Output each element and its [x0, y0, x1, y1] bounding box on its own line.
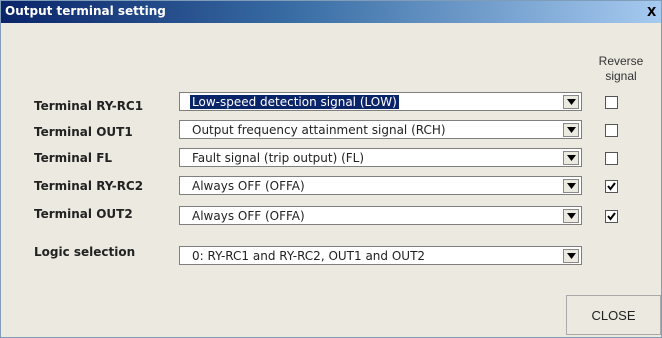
terminal-ry-rc2-reverse-checkbox[interactable] [605, 180, 618, 193]
checkmark-icon [607, 182, 616, 191]
chevron-down-icon[interactable] [563, 209, 579, 223]
terminal-ry-rc2-select[interactable]: Always OFF (OFFA) [179, 176, 582, 195]
terminal-out2-value: Always OFF (OFFA) [192, 209, 305, 223]
terminal-out2-label: Terminal OUT2 [34, 207, 133, 221]
logic-selection-label: Logic selection [34, 245, 136, 259]
terminal-out1-value: Output frequency attainment signal (RCH) [192, 123, 446, 137]
chevron-down-icon[interactable] [563, 249, 579, 263]
terminal-out1-label: Terminal OUT1 [34, 125, 133, 139]
chevron-down-icon[interactable] [563, 179, 579, 193]
chevron-down-icon[interactable] [563, 95, 579, 109]
close-icon[interactable]: X [647, 5, 659, 19]
window-title: Output terminal setting [5, 4, 166, 18]
terminal-fl-value: Fault signal (trip output) (FL) [192, 151, 365, 165]
close-button[interactable]: CLOSE [566, 295, 661, 335]
chevron-down-icon[interactable] [563, 123, 579, 137]
terminal-out1-select[interactable]: Output frequency attainment signal (RCH) [179, 120, 582, 139]
output-terminal-setting-window: Output terminal setting X Reverse signal… [0, 0, 662, 338]
checkmark-icon [607, 212, 616, 221]
terminal-fl-select[interactable]: Fault signal (trip output) (FL) [179, 148, 582, 167]
terminal-out2-reverse-checkbox[interactable] [605, 210, 618, 223]
reverse-header-line1: Reverse [598, 54, 644, 68]
reverse-signal-header: Reverse signal [581, 54, 661, 84]
terminal-fl-label: Terminal FL [34, 151, 113, 165]
terminal-ry-rc1-select[interactable]: Low-speed detection signal (LOW) [179, 92, 582, 111]
title-bar: Output terminal setting X [1, 1, 661, 23]
terminal-ry-rc1-reverse-checkbox[interactable] [605, 96, 618, 109]
terminal-ry-rc2-value: Always OFF (OFFA) [192, 179, 305, 193]
logic-selection-select[interactable]: 0: RY-RC1 and RY-RC2, OUT1 and OUT2 [179, 246, 582, 265]
chevron-down-icon[interactable] [563, 151, 579, 165]
terminal-ry-rc1-value: Low-speed detection signal (LOW) [190, 95, 399, 109]
terminal-ry-rc2-label: Terminal RY-RC2 [34, 179, 144, 193]
reverse-header-line2: signal [605, 69, 637, 83]
terminal-fl-reverse-checkbox[interactable] [605, 152, 618, 165]
terminal-out1-reverse-checkbox[interactable] [605, 124, 618, 137]
terminal-out2-select[interactable]: Always OFF (OFFA) [179, 206, 582, 225]
terminal-ry-rc1-label: Terminal RY-RC1 [34, 99, 144, 113]
logic-selection-value: 0: RY-RC1 and RY-RC2, OUT1 and OUT2 [192, 249, 426, 263]
